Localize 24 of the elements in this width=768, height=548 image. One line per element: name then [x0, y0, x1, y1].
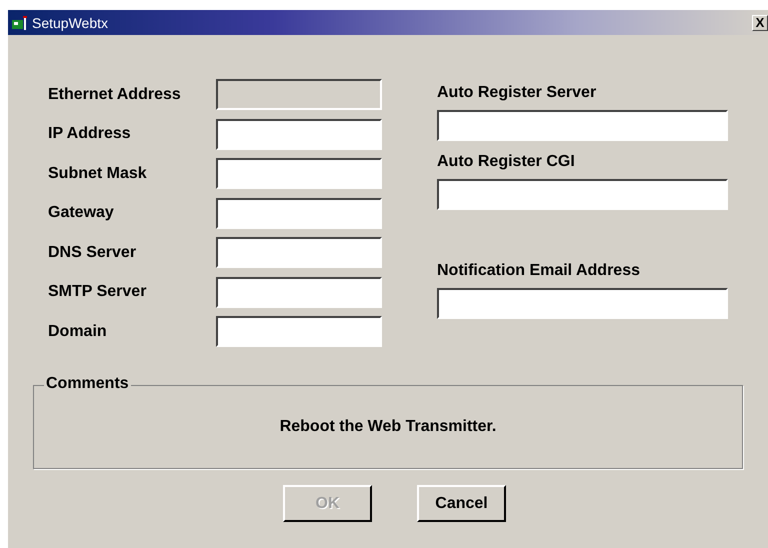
input-field[interactable]: [437, 110, 728, 141]
input-field[interactable]: [216, 237, 382, 268]
input-field[interactable]: [216, 118, 382, 150]
window-title: SetupWebtx: [32, 14, 110, 30]
field-label: Ethernet Address: [48, 86, 182, 104]
input-field[interactable]: [216, 316, 382, 347]
field-label: DNS Server: [48, 244, 138, 262]
input-field[interactable]: [216, 198, 382, 228]
network-card-icon: [12, 14, 28, 30]
close-button[interactable]: X: [752, 14, 768, 30]
field-label: Gateway: [48, 204, 115, 222]
field-label: Domain: [48, 322, 108, 340]
field-label: Subnet Mask: [48, 164, 148, 182]
comment-text: Reboot the Web Transmitter.: [280, 418, 496, 436]
cancel-button[interactable]: Cancel: [417, 485, 506, 522]
field-label: Auto Register Server: [437, 84, 598, 102]
field-label: SMTP Server: [48, 283, 148, 301]
input-field[interactable]: [437, 179, 728, 210]
field-label: Auto Register CGI: [437, 153, 576, 171]
input-field[interactable]: [216, 276, 382, 308]
field-label: Notification Email Address: [437, 262, 641, 280]
field-label: IP Address: [48, 125, 132, 143]
input-field[interactable]: [437, 288, 728, 319]
input-field[interactable]: [216, 158, 382, 189]
